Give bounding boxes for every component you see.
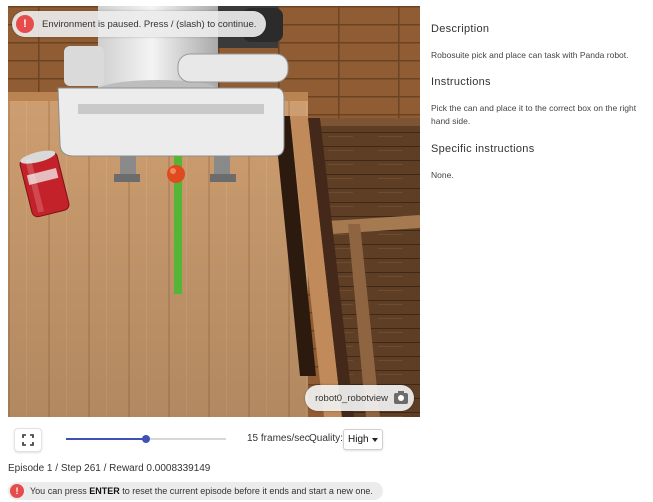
hint-key: ENTER — [89, 486, 120, 496]
fullscreen-button[interactable] — [14, 428, 42, 452]
reset-hint-text: You can press ENTER to reset the current… — [30, 486, 373, 496]
hint-suffix: to reset the current episode before it e… — [119, 486, 373, 496]
camera-icon — [394, 390, 408, 404]
exclamation-icon: ! — [16, 15, 34, 33]
specific-instructions-text: None. — [431, 170, 454, 180]
reset-hint: ! You can press ENTER to reset the curre… — [8, 482, 383, 500]
slider-thumb[interactable] — [142, 435, 150, 443]
pause-toast: ! Environment is paused. Press / (slash)… — [12, 11, 267, 37]
specific-instructions-heading: Specific instructions — [431, 143, 535, 155]
speed-slider[interactable] — [66, 432, 226, 446]
exclamation-icon: ! — [10, 484, 24, 498]
chevron-down-icon — [371, 437, 378, 442]
quality-value: High — [348, 434, 369, 445]
fullscreen-icon — [22, 434, 34, 446]
description-heading: Description — [431, 23, 490, 35]
quality-label: Quality: — [309, 433, 343, 444]
description-text: Robosuite pick and place can task with P… — [431, 50, 629, 60]
instructions-heading: Instructions — [431, 76, 491, 88]
camera-switch-button[interactable]: robot0_robotview — [305, 385, 414, 411]
scene-render — [8, 6, 420, 417]
quality-dropdown[interactable]: High — [343, 429, 383, 450]
episode-status: Episode 1 / Step 261 / Reward 0.00083391… — [8, 463, 211, 474]
instructions-text: Pick the can and place it to the correct… — [431, 103, 637, 126]
pause-message: Environment is paused. Press / (slash) t… — [42, 18, 257, 30]
fps-readout: 15 frames/sec — [247, 433, 310, 444]
hint-prefix: You can press — [30, 486, 90, 496]
simulation-viewport[interactable]: ! Environment is paused. Press / (slash)… — [8, 6, 420, 417]
slider-fill — [66, 438, 146, 440]
camera-label: robot0_robotview — [315, 392, 388, 404]
